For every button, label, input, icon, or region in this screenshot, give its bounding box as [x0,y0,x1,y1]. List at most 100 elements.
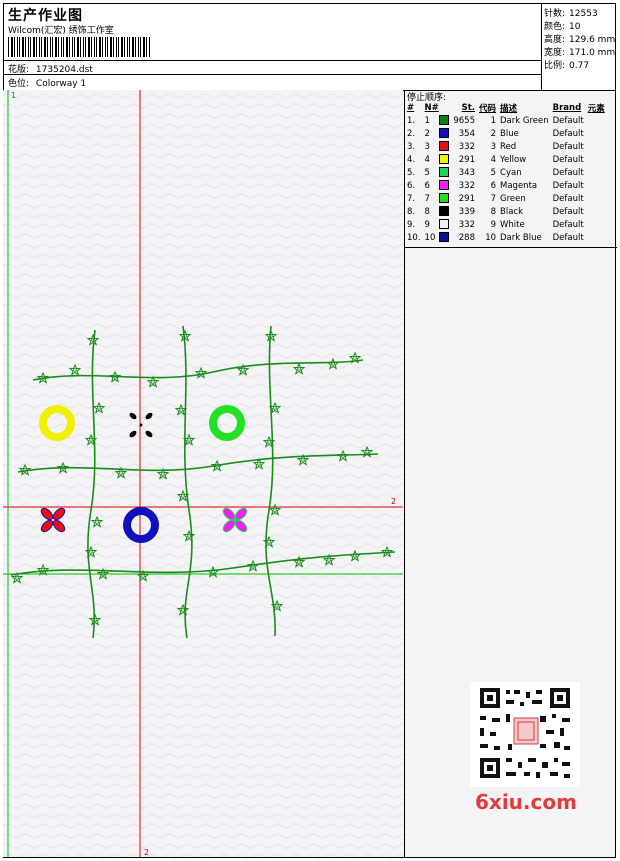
cell-stitches: 343 [458,167,475,178]
cell-description: Yellow [500,154,527,165]
site-logo: 6xiu.com [475,790,577,814]
color-swatch [437,179,451,192]
cell-needle: 3 [424,141,430,152]
col-brand: Brand [552,102,582,113]
divider [4,60,541,61]
cell-index: 2. [407,128,416,139]
cell-description: Green [500,193,526,204]
cell-code: 1 [490,115,497,126]
colorway-field: 色位: Colorway 1 [8,76,86,89]
cell-brand: Default [552,232,584,243]
cell-brand: Default [552,167,584,178]
table-row: 6. 6 332 6 Magenta Default [405,179,607,192]
cell-needle: 2 [424,128,430,139]
table-row: 8. 8 339 8 Black Default [405,205,607,218]
stat-scale: 比例: 0.77 [544,58,589,71]
stat-label: 颜色: [544,22,566,32]
thread-rows: 1. 1 9655 1 Dark Green Default 2. 2 354 2 Blue Defa… [405,114,607,244]
stat-value: 12553 [569,9,598,19]
cell-element [586,218,607,231]
cell-code: 4 [490,154,497,165]
color-swatch [437,114,451,127]
table-row: 10. 10 288 10 Dark Blue Default [405,231,607,244]
cell-brand: Default [552,206,584,217]
stat-height: 高度: 129.6 mm [544,32,615,45]
cell-code: 6 [490,180,497,191]
color-swatch-box [439,232,450,243]
stat-label: 宽度: [544,48,566,58]
table-row: 3. 3 332 3 Red Default [405,140,607,153]
stat-stitches: 针数: 12553 [544,6,598,19]
cell-index: 3. [407,141,416,152]
cell-index: 4. [407,154,416,165]
cell-stitches: 291 [458,154,475,165]
color-swatch-box [439,141,450,152]
cell-needle: 4 [424,154,430,165]
col-stitches: St. [461,102,475,113]
cell-description: Cyan [500,167,522,178]
cell-stitches: 332 [458,141,475,152]
color-swatch-box [439,180,450,191]
cell-description: Magenta [500,180,538,191]
cell-index: 9. [407,219,416,230]
color-swatch-box [439,219,450,230]
divider [4,74,541,75]
cell-element [586,179,607,192]
stat-label: 高度: [544,35,566,45]
barcode [8,37,150,57]
cell-stitches: 339 [458,206,475,217]
stat-value: 129.6 mm [569,35,616,45]
cell-element [586,114,607,127]
color-swatch-box [439,193,450,204]
page-title: 生产作业图 [8,8,83,24]
cell-code: 10 [485,232,497,243]
cell-element [586,140,607,153]
color-swatch-box [439,154,450,165]
cell-needle: 6 [424,180,430,191]
stat-value: 171.0 mm [569,48,616,58]
color-swatch [437,218,451,231]
marker-2-bottom: 2 [144,848,149,857]
cell-description: Red [500,141,517,152]
cell-brand: Default [552,141,584,152]
color-swatch [437,231,451,244]
stat-value: 10 [569,22,581,32]
sheet-header: 生产作业图 Wilcom(汇宏) 绣饰工作室 花版: 1735204.dst 色… [4,4,615,91]
marker-1: 1 [11,91,16,100]
cell-code: 7 [490,193,497,204]
cell-element [586,205,607,218]
cell-element [586,231,607,244]
color-swatch-box [439,167,450,178]
cell-description: White [500,219,525,230]
table-row: 7. 7 291 7 Green Default [405,192,607,205]
cell-stitches: 291 [458,193,475,204]
cell-code: 9 [490,219,497,230]
cell-brand: Default [552,115,584,126]
cell-index: 6. [407,180,416,191]
color-swatch [437,192,451,205]
table-row: 4. 4 291 4 Yellow Default [405,153,607,166]
cell-code: 3 [490,141,497,152]
qr-code-image [478,686,572,780]
qr-code [470,682,580,787]
cell-code: 8 [490,206,497,217]
table-row: 1. 1 9655 1 Dark Green Default [405,114,607,127]
cell-needle: 1 [424,115,430,126]
cell-brand: Default [552,193,584,204]
cell-description: Blue [500,128,519,139]
colorway-value: Colorway 1 [35,79,87,89]
cell-stitches: 354 [458,128,475,139]
cell-needle: 7 [424,193,430,204]
color-swatch [437,166,451,179]
cell-description: Dark Green [500,115,549,126]
design-canvas[interactable]: 1 2 2 [3,90,403,857]
cell-index: 7. [407,193,416,204]
cell-description: Black [500,206,524,217]
cell-element [586,153,607,166]
cell-code: 5 [490,167,497,178]
cell-brand: Default [552,128,584,139]
table-row: 5. 5 343 5 Cyan Default [405,166,607,179]
color-swatch [437,153,451,166]
header-info: 生产作业图 Wilcom(汇宏) 绣饰工作室 花版: 1735204.dst 色… [4,4,542,90]
cell-index: 5. [407,167,416,178]
